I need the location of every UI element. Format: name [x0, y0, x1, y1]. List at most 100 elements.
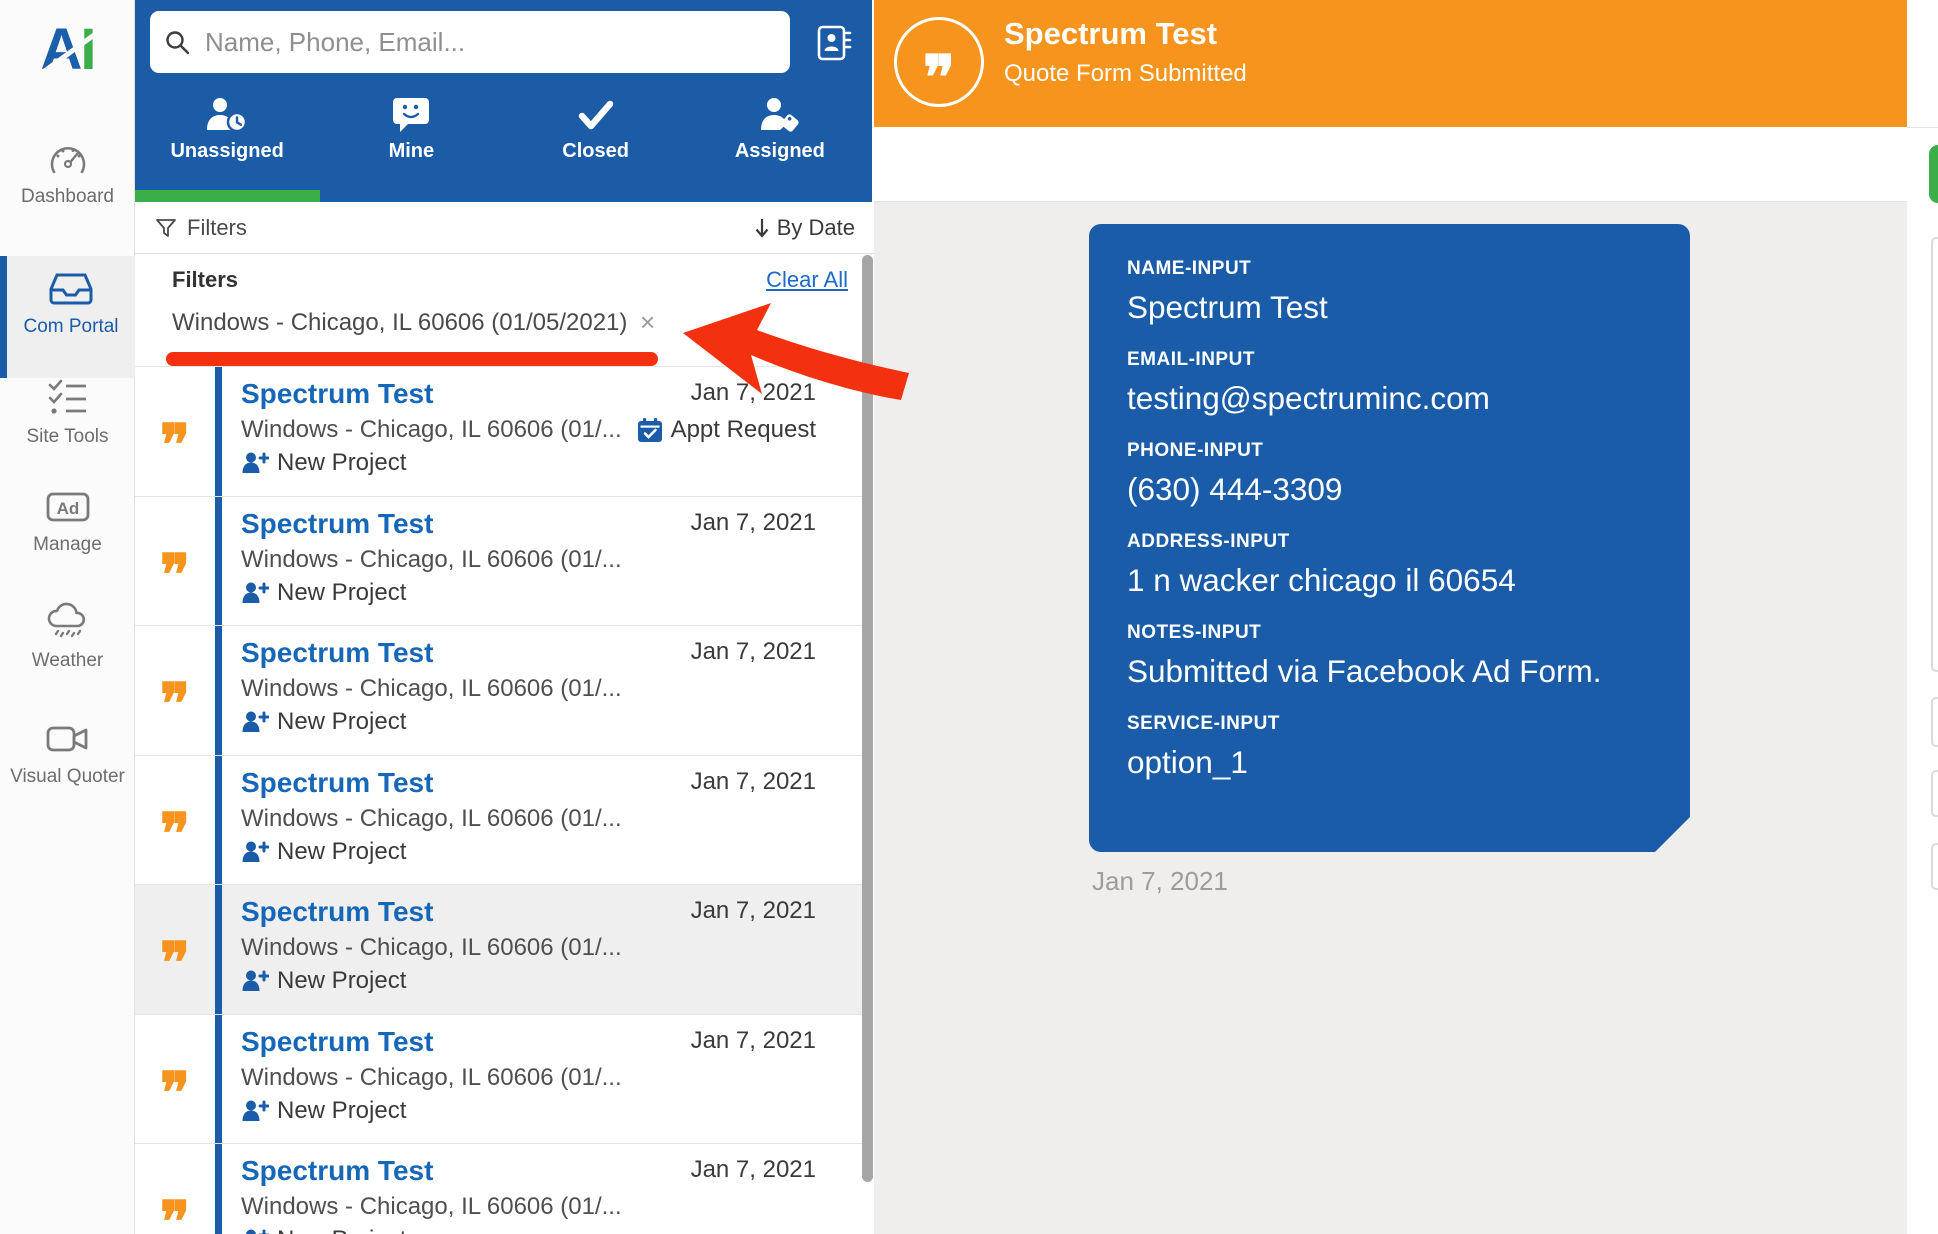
tab-label: Assigned — [735, 140, 825, 162]
sidebar-item-dashboard[interactable]: Dashboard — [0, 138, 135, 208]
sidebar: AI Dashboard Com Portal — [0, 0, 135, 1234]
clipped-right-panel — [1907, 0, 1938, 1234]
search-icon — [164, 29, 191, 56]
quote-form-card: NAME-INPUT Spectrum Test EMAIL-INPUT tes… — [1089, 224, 1690, 852]
user-plus-icon — [241, 450, 269, 476]
lead-badge: Appt Request — [637, 416, 816, 444]
lead-list-item[interactable]: ❞ Spectrum Test Windows - Chicago, IL 60… — [135, 1015, 862, 1145]
lead-tag: New Project — [241, 967, 862, 995]
lead-tabs: Unassigned Mine Closed — [135, 92, 872, 190]
list-header: Unassigned Mine Closed — [135, 0, 872, 202]
lead-list-item[interactable]: ❞ Spectrum Test Windows - Chicago, IL 60… — [135, 1144, 862, 1234]
lead-tag-label: New Project — [277, 449, 406, 477]
lead-source-gutter: ❞ — [135, 756, 215, 885]
sidebar-item-label: Manage — [0, 534, 135, 556]
field-value: Spectrum Test — [1127, 287, 1652, 328]
lead-date: Jan 7, 2021 — [691, 1153, 816, 1187]
lead-meta: Jan 7, 2021 — [691, 1153, 816, 1187]
quote-icon: ❞ — [160, 1194, 190, 1234]
lead-source-gutter: ❞ — [135, 1144, 215, 1234]
tab-label: Unassigned — [170, 140, 283, 162]
user-plus-icon — [241, 1098, 269, 1124]
sidebar-item-com-portal[interactable]: Com Portal — [0, 256, 135, 378]
check-icon — [576, 96, 616, 134]
sidebar-item-label: Site Tools — [0, 426, 135, 448]
filter-chip[interactable]: Windows - Chicago, IL 60606 (01/05/2021) — [172, 309, 627, 337]
field-label: PHONE-INPUT — [1127, 440, 1652, 462]
lead-meta: Jan 7, 2021 — [691, 635, 816, 669]
list-scrollbar-thumb[interactable] — [862, 255, 873, 1182]
tab-unassigned[interactable]: Unassigned — [135, 92, 319, 190]
clear-all-link[interactable]: Clear All — [766, 267, 848, 293]
sort-label: By Date — [777, 215, 855, 241]
cloud-rain-icon — [44, 598, 92, 642]
tab-label: Mine — [389, 140, 435, 162]
lead-subtitle: Windows - Chicago, IL 60606 (01/... — [241, 1062, 862, 1094]
lead-date: Jan 7, 2021 — [691, 635, 816, 669]
lead-tag-label: New Project — [277, 1097, 406, 1125]
user-plus-icon — [241, 839, 269, 865]
sidebar-item-site-tools[interactable]: Site Tools — [0, 378, 135, 448]
lead-list-item[interactable]: ❞ Spectrum Test Windows - Chicago, IL 60… — [135, 885, 862, 1015]
filter-chip-close-icon[interactable]: × — [640, 307, 655, 338]
search-box[interactable] — [150, 11, 790, 73]
sidebar-item-label: Com Portal — [7, 316, 135, 338]
tab-closed[interactable]: Closed — [504, 92, 688, 190]
lead-accent-bar — [215, 1144, 222, 1234]
lead-source-gutter: ❞ — [135, 497, 215, 626]
user-plus-icon — [241, 709, 269, 735]
lead-list-item[interactable]: ❞ Spectrum Test Windows - Chicago, IL 60… — [135, 497, 862, 627]
user-tag-icon — [757, 96, 803, 134]
lead-list-item[interactable]: ❞ Spectrum Test Windows - Chicago, IL 60… — [135, 626, 862, 756]
quote-icon: ❞ — [160, 1065, 190, 1121]
lead-subtitle: Windows - Chicago, IL 60606 (01/... — [241, 544, 862, 576]
tab-mine[interactable]: Mine — [319, 92, 503, 190]
filter-bar[interactable]: Filters By Date — [135, 202, 874, 254]
sort-by-date[interactable]: By Date — [753, 215, 855, 241]
quote-icon: ❞ — [160, 935, 190, 991]
detail-body: NAME-INPUT Spectrum Test EMAIL-INPUT tes… — [874, 202, 1907, 1234]
filter-bar-label: Filters — [187, 215, 247, 241]
quote-icon: ❞ — [160, 417, 190, 473]
detail-subtitle: Quote Form Submitted — [1004, 60, 1247, 88]
lead-accent-bar — [215, 1015, 222, 1144]
lead-subtitle: Windows - Chicago, IL 60606 (01/... — [241, 673, 862, 705]
clipped-green-button[interactable] — [1929, 145, 1938, 203]
submission-timestamp: Jan 7, 2021 — [1092, 866, 1228, 897]
lead-meta: Jan 7, 2021 — [691, 1024, 816, 1058]
sidebar-item-visual-quoter[interactable]: Visual Quoter — [0, 720, 135, 788]
app-window: AI Dashboard Com Portal — [0, 0, 1938, 1234]
tab-assigned[interactable]: Assigned — [688, 92, 872, 190]
funnel-icon — [154, 216, 178, 240]
lead-meta: Jan 7, 2021 — [691, 894, 816, 928]
card-corner-cut — [1654, 816, 1691, 853]
search-input[interactable] — [203, 26, 776, 59]
clipped-panel-box — [1931, 237, 1938, 672]
quote-circle-icon: ❞ — [894, 17, 984, 107]
comment-smile-icon — [392, 96, 430, 134]
lead-accent-bar — [215, 756, 222, 885]
lead-subtitle: Windows - Chicago, IL 60606 (01/... — [241, 803, 862, 835]
lead-list-item[interactable]: ❞ Spectrum Test Windows - Chicago, IL 60… — [135, 367, 862, 497]
user-plus-icon — [241, 580, 269, 606]
app-logo[interactable]: AI — [0, 20, 135, 80]
lead-meta: Jan 7, 2021 — [691, 506, 816, 540]
detail-title: Spectrum Test — [1004, 16, 1217, 52]
lead-meta: Jan 7, 2021 — [691, 765, 816, 799]
divider — [1907, 127, 1938, 128]
field-label: ADDRESS-INPUT — [1127, 531, 1652, 553]
sidebar-item-manage[interactable]: Ad Manage — [0, 488, 135, 556]
address-book-icon[interactable] — [813, 24, 853, 62]
arrow-down-icon — [753, 216, 771, 240]
sidebar-item-label: Weather — [0, 650, 135, 672]
filters-title: Filters — [172, 267, 238, 293]
lead-meta: Jan 7, 2021 Appt Request — [637, 376, 816, 444]
field-label: NAME-INPUT — [1127, 258, 1652, 280]
sidebar-item-weather[interactable]: Weather — [0, 598, 135, 672]
gauge-icon — [46, 138, 90, 178]
user-plus-icon — [241, 1227, 269, 1234]
filters-panel: Filters Clear All Windows - Chicago, IL … — [135, 254, 874, 367]
clipped-panel-box — [1931, 770, 1938, 817]
lead-list-item[interactable]: ❞ Spectrum Test Windows - Chicago, IL 60… — [135, 756, 862, 886]
lead-date: Jan 7, 2021 — [637, 376, 816, 410]
